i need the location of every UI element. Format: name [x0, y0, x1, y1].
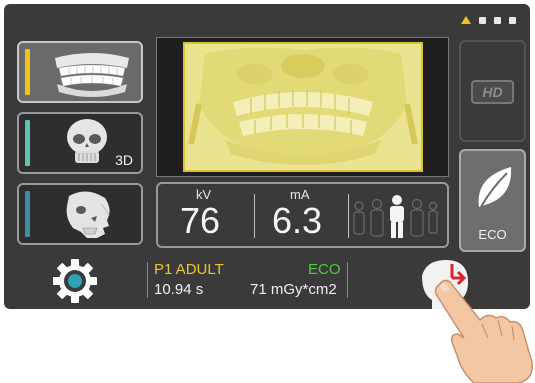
exposure-parameters: kV 76 mA 6.3 [156, 182, 449, 248]
hd-button[interactable]: HD [459, 40, 526, 142]
divider [254, 194, 255, 238]
indicator-dot-icon [494, 16, 501, 24]
jaw-icon [55, 53, 129, 97]
eco-button[interactable]: ECO [459, 149, 526, 252]
indicator-dot-icon [479, 16, 486, 24]
mode-accent-bar [25, 191, 30, 237]
settings-gear-icon[interactable] [52, 258, 98, 304]
pointing-hand-icon [434, 279, 533, 383]
mode-3d-label: 3D [115, 152, 133, 168]
status-divider [147, 262, 148, 298]
patient-profile: P1 ADULT [154, 261, 224, 278]
ma-value[interactable]: 6.3 [272, 200, 322, 242]
mode-accent-bar [25, 49, 30, 95]
skull-profile-icon [66, 191, 110, 238]
kv-value[interactable]: 76 [180, 200, 220, 242]
patient-size-icon[interactable] [347, 192, 439, 242]
dose-value: 71 mGy*cm2 [250, 281, 337, 298]
warning-indicator-icon [461, 16, 471, 24]
mode-ceph-button[interactable] [17, 183, 143, 245]
eco-mode-status: ECO [308, 261, 341, 278]
mode-accent-bar [25, 120, 30, 166]
indicator-dot-icon [509, 16, 516, 24]
status-divider [347, 262, 348, 298]
xray-preview [156, 37, 449, 177]
mode-panoramic-button[interactable] [17, 41, 143, 103]
mode-3d-button[interactable]: 3D [17, 112, 143, 174]
leaf-icon [478, 167, 512, 208]
eco-label: ECO [478, 227, 507, 242]
panoramic-xray-image [183, 42, 423, 172]
exposure-time: 10.94 s [154, 281, 204, 298]
status-indicators [461, 16, 516, 24]
hd-label: HD [471, 80, 514, 104]
